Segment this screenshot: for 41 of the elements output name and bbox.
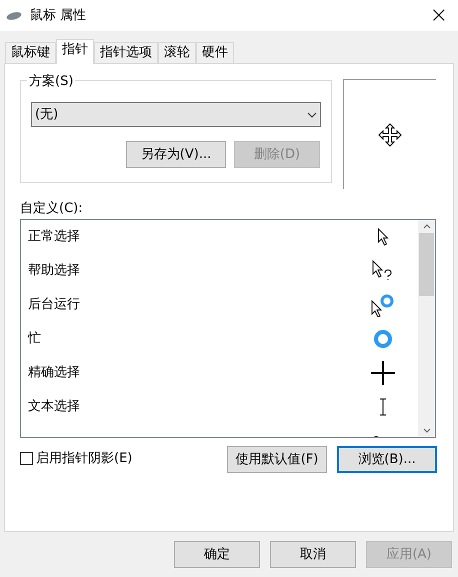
tab[interactable]: 硬件 [196, 42, 234, 63]
scrollbar[interactable] [418, 220, 435, 437]
working-cursor-icon [371, 293, 395, 317]
customize-label: 自定义(C): [19, 200, 84, 217]
crosshair-cursor-icon [370, 360, 396, 386]
tab[interactable]: 鼠标键 [5, 42, 56, 63]
text-cursor-icon [379, 398, 387, 416]
row-label: 忙 [28, 330, 41, 348]
cancel-button[interactable]: 取消 [270, 541, 356, 568]
tab[interactable]: 指针 [56, 39, 94, 64]
scroll-up-icon[interactable] [422, 224, 430, 229]
cursor-row[interactable]: 帮助选择 [21, 254, 418, 288]
busy-cursor-icon [373, 329, 393, 349]
ok-button[interactable]: 确定 [174, 541, 260, 568]
shadow-checkbox[interactable] [20, 452, 33, 466]
tab[interactable]: 指针选项 [94, 42, 158, 63]
cursor-row[interactable]: 正常选择 [21, 220, 418, 254]
tab[interactable]: 滚轮 [158, 42, 196, 63]
row-label: 精确选择 [28, 364, 80, 382]
browse-button[interactable]: 浏览(B)... [337, 446, 437, 473]
window-title: 鼠标 属性 [30, 6, 86, 25]
row-label: 帮助选择 [28, 262, 80, 280]
cursor-row[interactable]: 忙 [21, 322, 418, 356]
row-label: 文本选择 [28, 398, 80, 416]
scroll-thumb[interactable] [419, 233, 434, 296]
save-as-button[interactable]: 另存为(V)... [126, 141, 226, 168]
move-cursor-icon [378, 122, 402, 146]
help-cursor-icon [372, 260, 394, 282]
checkbox-label: 启用指针阴影(E) [36, 450, 132, 468]
scheme-dropdown[interactable]: (无) [31, 102, 321, 127]
cursor-row[interactable]: 后台运行 [21, 288, 418, 322]
chevron-down-icon [307, 112, 317, 118]
close-button[interactable]: × [430, 4, 448, 26]
use-default-button[interactable]: 使用默认值(F) [227, 446, 327, 473]
cursor-row[interactable]: 文本选择 [21, 390, 418, 424]
scroll-down-icon[interactable] [422, 428, 430, 433]
arrow-cursor-icon [377, 228, 389, 246]
row-label: 后台运行 [28, 296, 80, 314]
mouse-icon [6, 10, 22, 20]
row-label: 正常选择 [28, 228, 80, 246]
cursor-row[interactable]: 精确选择 [21, 356, 418, 390]
